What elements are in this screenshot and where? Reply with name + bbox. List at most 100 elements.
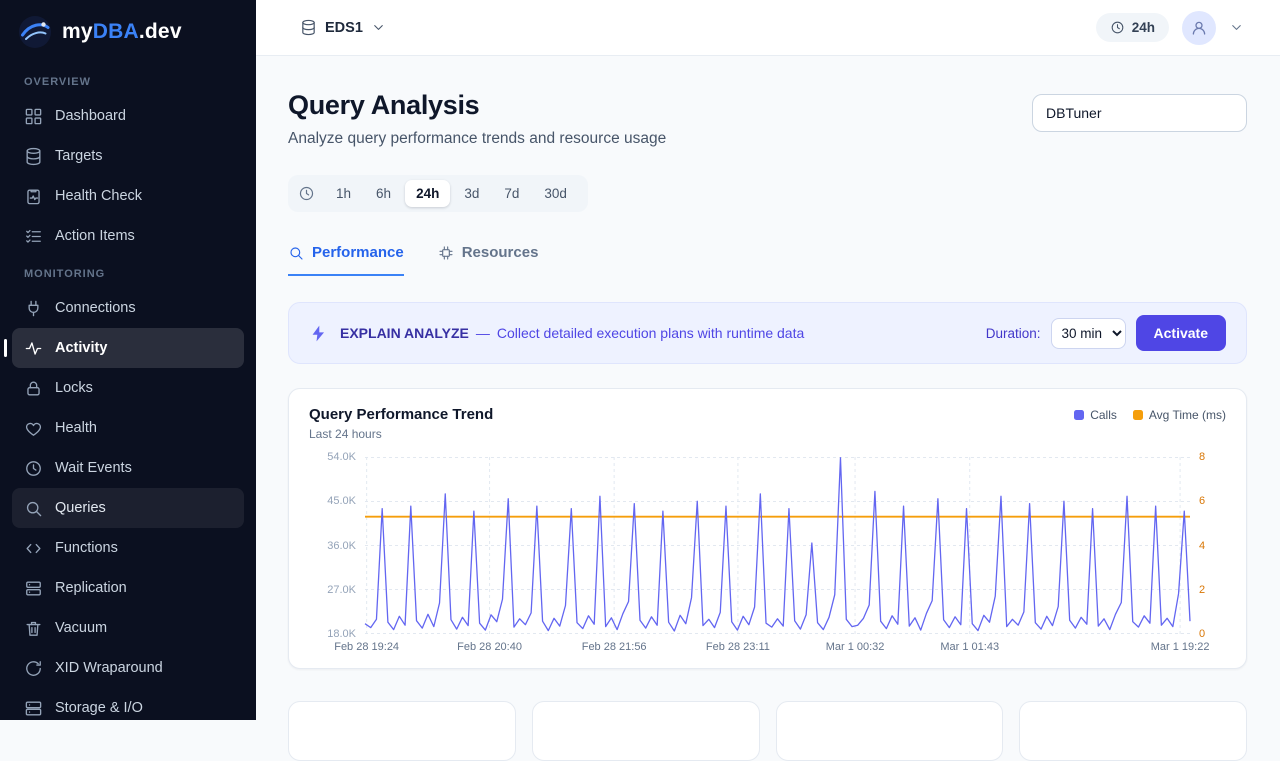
sidebar-item-label: Wait Events <box>55 460 132 476</box>
sidebar-item-queries[interactable]: Queries <box>12 488 244 528</box>
sidebar-item-storage-i-o[interactable]: Storage & I/O <box>12 688 244 720</box>
y-axis-right-tick: 6 <box>1199 495 1205 507</box>
duration-label: Duration: <box>986 326 1041 341</box>
user-icon <box>1190 19 1208 37</box>
dbtuner-selector[interactable]: DBTuner <box>1032 94 1247 132</box>
page-title: Query Analysis <box>288 90 666 121</box>
topbar-right: 24h <box>1096 11 1244 45</box>
trend-line-chart <box>365 457 1190 634</box>
y-axis-left-tick: 27.0K <box>327 584 356 596</box>
database-icon <box>300 19 317 36</box>
brand-dba: DBA <box>93 20 139 43</box>
sidebar-item-vacuum[interactable]: Vacuum <box>12 608 244 648</box>
range-button-30d[interactable]: 30d <box>533 180 578 207</box>
clock-icon <box>298 185 315 202</box>
sidebar-item-label: Functions <box>55 540 118 556</box>
search-icon <box>288 245 304 261</box>
sidebar: myDBA.dev OVERVIEWDashboardTargetsHealth… <box>0 0 256 720</box>
time-badge-label: 24h <box>1132 20 1155 35</box>
bolt-icon <box>309 324 328 343</box>
sidebar-item-replication[interactable]: Replication <box>12 568 244 608</box>
y-axis-left-tick: 36.0K <box>327 540 356 552</box>
summary-card <box>1019 701 1247 761</box>
explain-text: EXPLAIN ANALYZE — Collect detailed execu… <box>340 325 804 341</box>
brand-my: my <box>62 20 93 43</box>
x-axis-tick: Feb 28 20:40 <box>457 641 522 653</box>
sidebar-item-label: Action Items <box>55 228 135 244</box>
legend-item-avg-time-ms: Avg Time (ms) <box>1133 408 1226 422</box>
sidebar-item-wait-events[interactable]: Wait Events <box>12 448 244 488</box>
chevron-down-icon <box>371 20 386 35</box>
y-axis-right: 86420 <box>1190 457 1226 634</box>
sidebar-item-functions[interactable]: Functions <box>12 528 244 568</box>
x-axis-tick: Mar 1 19:22 <box>1151 641 1210 653</box>
sidebar-item-locks[interactable]: Locks <box>12 368 244 408</box>
x-axis-tick: Mar 1 01:43 <box>940 641 999 653</box>
sidebar-item-label: Health <box>55 420 97 436</box>
duration-select[interactable]: 30 min <box>1051 318 1126 349</box>
tab-label: Resources <box>462 244 539 261</box>
app-logo[interactable]: myDBA.dev <box>0 0 256 64</box>
y-axis-right-tick: 0 <box>1199 628 1205 640</box>
range-button-1h[interactable]: 1h <box>325 180 362 207</box>
summary-card <box>288 701 516 761</box>
search-icon <box>24 499 43 518</box>
x-axis-tick: Feb 28 23:11 <box>706 641 770 653</box>
explain-description: Collect detailed execution plans with ru… <box>497 325 804 341</box>
range-button-24h[interactable]: 24h <box>405 180 450 207</box>
user-menu-chevron-icon[interactable] <box>1229 20 1244 35</box>
server-name: EDS1 <box>325 20 363 36</box>
code-icon <box>24 539 43 558</box>
sidebar-item-action-items[interactable]: Action Items <box>12 216 244 256</box>
y-axis-right-tick: 8 <box>1199 451 1205 463</box>
sidebar-item-dashboard[interactable]: Dashboard <box>12 96 244 136</box>
health-check-icon <box>24 187 43 206</box>
lock-icon <box>24 379 43 398</box>
sidebar-item-targets[interactable]: Targets <box>12 136 244 176</box>
tab-resources[interactable]: Resources <box>438 244 539 276</box>
clock-icon <box>1110 20 1125 35</box>
sidebar-item-connections[interactable]: Connections <box>12 288 244 328</box>
legend-item-calls: Calls <box>1074 408 1117 422</box>
activate-button[interactable]: Activate <box>1136 315 1226 351</box>
sidebar-item-activity[interactable]: Activity <box>12 328 244 368</box>
sidebar-item-xid-wraparound[interactable]: XID Wraparound <box>12 648 244 688</box>
chevron-down-icon <box>371 20 386 35</box>
connections-icon <box>24 299 43 318</box>
range-button-3d[interactable]: 3d <box>453 180 490 207</box>
y-axis-left: 54.0K45.0K36.0K27.0K18.0K <box>309 457 365 634</box>
clock-icon <box>24 459 43 478</box>
sidebar-item-label: Dashboard <box>55 108 126 124</box>
trash-icon <box>24 619 43 638</box>
range-button-7d[interactable]: 7d <box>493 180 530 207</box>
sidebar-item-label: XID Wraparound <box>55 660 163 676</box>
user-avatar[interactable] <box>1182 11 1216 45</box>
page-subtitle: Analyze query performance trends and res… <box>288 130 666 148</box>
action-items-icon <box>24 227 43 246</box>
tab-label: Performance <box>312 244 404 261</box>
brand-text: myDBA.dev <box>62 20 182 44</box>
chip-icon <box>438 245 454 261</box>
sidebar-item-label: Replication <box>55 580 127 596</box>
time-range-buttons: 1h6h24h3d7d30d <box>325 180 578 207</box>
main-content: Query Analysis Analyze query performance… <box>256 56 1280 761</box>
sidebar-item-health-check[interactable]: Health Check <box>12 176 244 216</box>
summary-card <box>532 701 760 761</box>
chart-title: Query Performance Trend <box>309 406 493 423</box>
sidebar-section-label: OVERVIEW <box>24 76 232 88</box>
y-axis-left-tick: 18.0K <box>327 628 356 640</box>
y-axis-left-tick: 54.0K <box>327 451 356 463</box>
activity-icon <box>24 339 43 358</box>
range-button-6h[interactable]: 6h <box>365 180 402 207</box>
legend-label: Avg Time (ms) <box>1149 408 1226 422</box>
sidebar-item-label: Storage & I/O <box>55 700 143 716</box>
time-badge[interactable]: 24h <box>1096 13 1169 42</box>
database-icon <box>300 19 317 36</box>
x-axis-tick: Feb 28 19:24 <box>334 641 399 653</box>
sidebar-item-label: Locks <box>55 380 93 396</box>
x-axis: Feb 28 19:24Feb 28 20:40Feb 28 21:56Feb … <box>365 641 1190 656</box>
tab-performance[interactable]: Performance <box>288 244 404 276</box>
summary-cards-row <box>288 701 1247 761</box>
sidebar-item-health[interactable]: Health <box>12 408 244 448</box>
server-selector[interactable]: EDS1 <box>300 19 386 36</box>
